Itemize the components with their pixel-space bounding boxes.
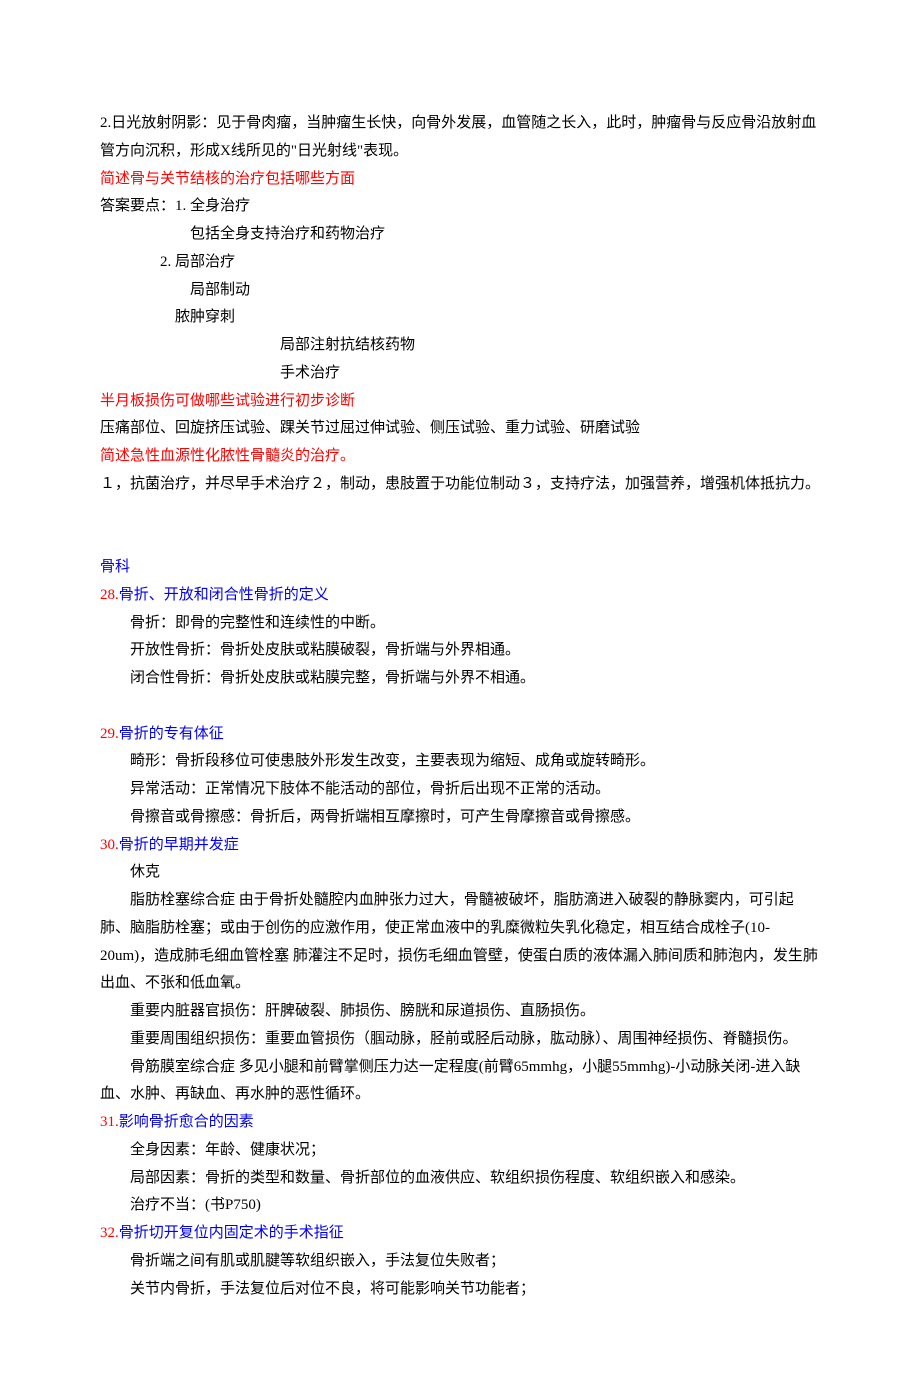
item-line: 骨折端之间有肌或肌腱等软组织嵌入，手法复位失败者；: [100, 1248, 820, 1276]
answer-line: 脓肿穿刺: [100, 304, 820, 332]
item-line: 治疗不当：(书P750): [100, 1192, 820, 1220]
item-line: 畸形：骨折段移位可使患肢外形发生改变，主要表现为缩短、成角或旋转畸形。: [100, 748, 820, 776]
item-title: 骨折、开放和闭合性骨折的定义: [119, 587, 329, 603]
item-line: 局部因素：骨折的类型和数量、骨折部位的血液供应、软组织损伤程度、软组织嵌入和感染…: [100, 1165, 820, 1193]
answer-intro: 答案要点：1. 全身治疗: [100, 193, 820, 221]
item-line: 休克: [100, 859, 820, 887]
question-tb-treatment: 简述骨与关节结核的治疗包括哪些方面: [100, 166, 820, 194]
item-line: 骨筋膜室综合症 多见小腿和前臂掌侧压力达一定程度(前臂65mmhg，小腿55mm…: [100, 1054, 820, 1110]
item-title: 骨折切开复位内固定术的手术指征: [119, 1225, 344, 1241]
spacer: [100, 693, 820, 721]
item-title: 骨折的专有体征: [119, 726, 224, 742]
answer-osteomyelitis: １，抗菌治疗，并尽早手术治疗２，制动，患肢置于功能位制动３，支持疗法，加强营养，…: [100, 471, 820, 499]
item-number: 29.: [100, 726, 119, 742]
item-number: 30.: [100, 837, 119, 853]
section-header: 骨科: [100, 554, 820, 582]
item-line: 异常活动：正常情况下肢体不能活动的部位，骨折后出现不正常的活动。: [100, 776, 820, 804]
item-line: 骨折：即骨的完整性和连续性的中断。: [100, 610, 820, 638]
items-container: 28.骨折、开放和闭合性骨折的定义骨折：即骨的完整性和连续性的中断。开放性骨折：…: [100, 582, 820, 1304]
item-heading: 29.骨折的专有体征: [100, 721, 820, 749]
answer-item: 2. 局部治疗: [100, 249, 820, 277]
answer-meniscus: 压痛部位、回旋挤压试验、踝关节过屈过伸试验、侧压试验、重力试验、研磨试验: [100, 415, 820, 443]
spacer: [100, 499, 820, 527]
item-line: 闭合性骨折：骨折处皮肤或粘膜完整，骨折端与外界不相通。: [100, 665, 820, 693]
item-number: 28.: [100, 587, 119, 603]
item-title: 影响骨折愈合的因素: [119, 1114, 254, 1130]
spacer: [100, 526, 820, 554]
item-heading: 32.骨折切开复位内固定术的手术指征: [100, 1220, 820, 1248]
item-line: 重要内脏器官损伤：肝脾破裂、肺损伤、膀胱和尿道损伤、直肠损伤。: [100, 998, 820, 1026]
paragraph-sunray: 2.日光放射阴影：见于骨肉瘤，当肿瘤生长快，向骨外发展，血管随之长入，此时，肿瘤…: [100, 110, 820, 166]
item-line: 全身因素：年龄、健康状况；: [100, 1137, 820, 1165]
item-number: 32.: [100, 1225, 119, 1241]
item-line: 开放性骨折：骨折处皮肤或粘膜破裂，骨折端与外界相通。: [100, 637, 820, 665]
item-number: 31.: [100, 1114, 119, 1130]
item-line: 骨擦音或骨擦感：骨折后，两骨折端相互摩擦时，可产生骨摩擦音或骨擦感。: [100, 804, 820, 832]
question-meniscus: 半月板损伤可做哪些试验进行初步诊断: [100, 388, 820, 416]
answer-line: 手术治疗: [100, 360, 820, 388]
question-osteomyelitis: 简述急性血源性化脓性骨髓炎的治疗。: [100, 443, 820, 471]
answer-line: 局部注射抗结核药物: [100, 332, 820, 360]
item-heading: 28.骨折、开放和闭合性骨折的定义: [100, 582, 820, 610]
item-title: 骨折的早期并发症: [119, 837, 239, 853]
item-heading: 31.影响骨折愈合的因素: [100, 1109, 820, 1137]
item-heading: 30.骨折的早期并发症: [100, 832, 820, 860]
item-line: 重要周围组织损伤：重要血管损伤（腘动脉，胫前或胫后动脉，肱动脉）、周围神经损伤、…: [100, 1026, 820, 1054]
item-line: 脂肪栓塞综合症 由于骨折处髓腔内血肿张力过大，骨髓被破坏，脂肪滴进入破裂的静脉窦…: [100, 887, 820, 998]
answer-line: 包括全身支持治疗和药物治疗: [100, 221, 820, 249]
answer-line: 局部制动: [100, 277, 820, 305]
item-line: 关节内骨折，手法复位后对位不良，将可能影响关节功能者；: [100, 1276, 820, 1304]
